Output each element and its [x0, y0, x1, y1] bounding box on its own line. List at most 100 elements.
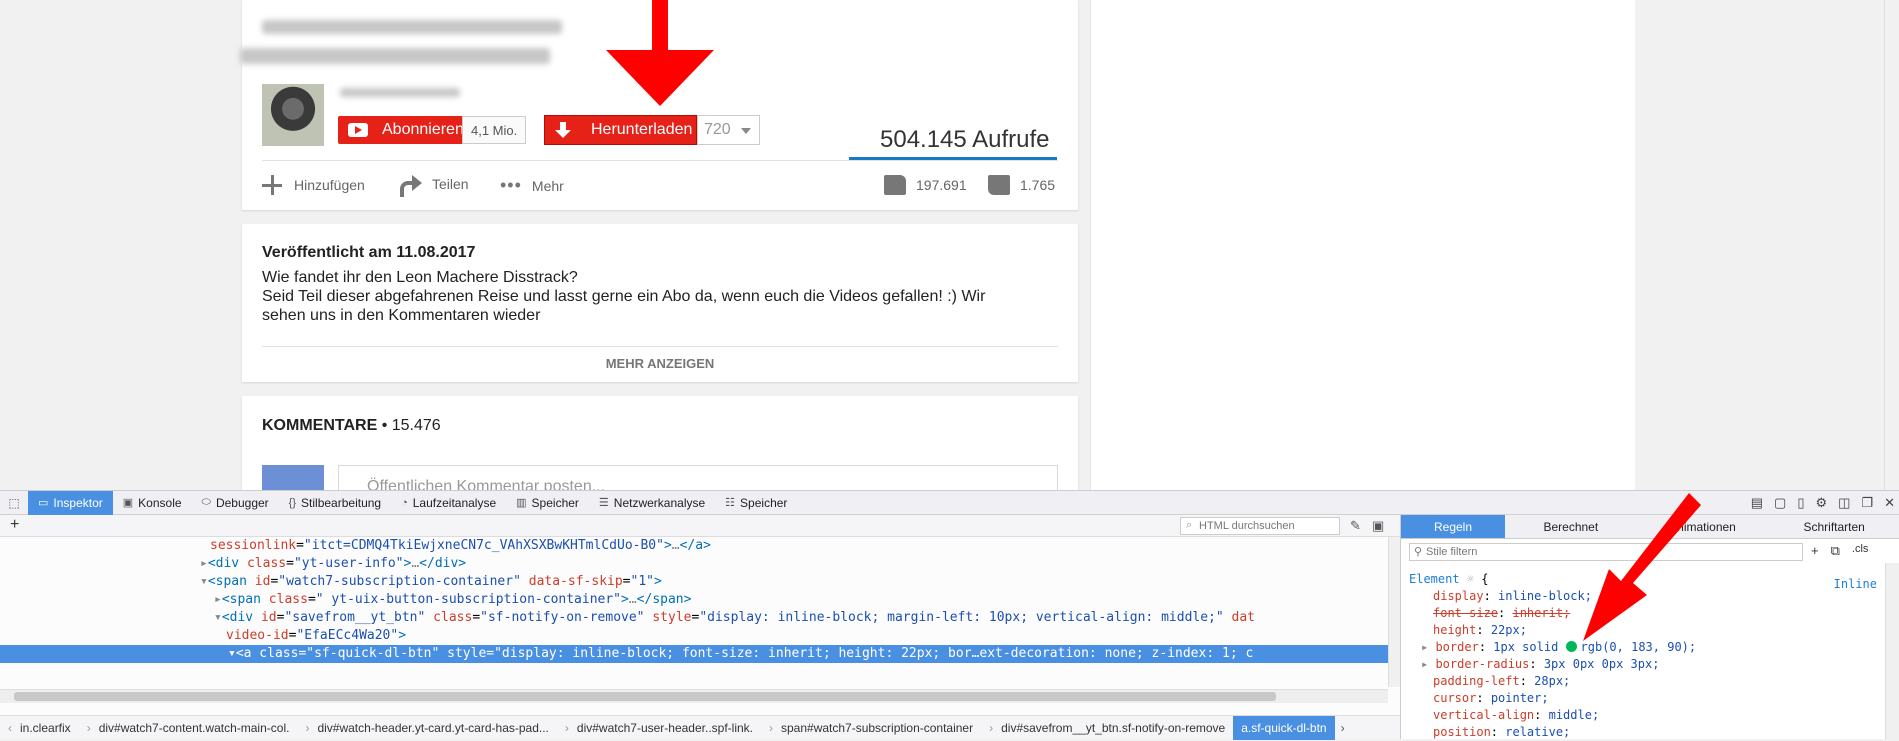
html-search-placeholder: HTML durchsuchen: [1199, 520, 1295, 532]
chevron-right-icon: ›: [989, 720, 994, 735]
breadcrumb-item-selected[interactable]: a.sf-quick-dl-btn: [1233, 715, 1335, 740]
download-button[interactable]: Herunterladen: [544, 115, 697, 145]
performance-icon: ◔: [401, 496, 408, 509]
attr-name: dat: [1231, 610, 1256, 625]
markup-line[interactable]: sessionlink="itct=CDMQ4TkiEwjxneCN7c_VAh…: [210, 537, 711, 555]
more-button[interactable]: ••• Mehr: [500, 175, 564, 196]
css-property: border-radius: [1435, 657, 1530, 671]
collapsed-ellipsis-icon: …: [671, 538, 680, 553]
add-to-button[interactable]: Hinzufügen: [262, 175, 365, 195]
responsive-mode-icon[interactable]: ▯: [1797, 495, 1804, 511]
tag-open: <span: [221, 592, 261, 607]
undock-icon[interactable]: ❐: [1861, 495, 1873, 511]
dock-side-icon[interactable]: ◫: [1838, 495, 1850, 511]
markup-vertical-scrollbar[interactable]: [1388, 537, 1400, 687]
comments-count: • 15.476: [377, 417, 441, 434]
tab-storage[interactable]: ☷ Speicher: [715, 491, 797, 515]
markup-line[interactable]: ▸<span class=" yt-uix-button-subscriptio…: [214, 591, 691, 609]
attr-name: style: [652, 610, 692, 625]
expand-arrow-icon[interactable]: ▸: [214, 592, 222, 607]
subscribe-button[interactable]: Abonnieren: [338, 116, 474, 144]
collapse-arrow-icon[interactable]: ▾: [0, 646, 236, 661]
html-search-input[interactable]: ⌕ HTML durchsuchen: [1180, 517, 1340, 535]
markup-line[interactable]: ▾<div id="savefrom__yt_btn" class="sf-no…: [214, 609, 1255, 627]
breadcrumb-item[interactable]: ‹ in.clearfix: [0, 716, 79, 740]
collapse-arrow-icon[interactable]: ▾: [214, 610, 222, 625]
collapsed-ellipsis-icon: …: [411, 556, 420, 571]
breadcrumb-label: a.sf-quick-dl-btn: [1241, 720, 1327, 735]
tab-label: Konsole: [138, 495, 182, 510]
tab-style-editor[interactable]: {} Stilbearbeitung: [279, 491, 391, 515]
breadcrumb-item[interactable]: › div#watch-header.yt-card.yt-card-has-pa…: [297, 716, 556, 740]
channel-avatar[interactable]: [262, 84, 324, 146]
tab-label: Inspektor: [53, 495, 103, 510]
tab-memory[interactable]: ▥ Speicher: [506, 491, 589, 515]
css-declaration[interactable]: vertical-align: middle;: [1409, 707, 1889, 724]
tab-fonts[interactable]: Schriftarten: [1768, 515, 1899, 538]
scrollbar-thumb[interactable]: [14, 692, 1276, 701]
add-rule-icon[interactable]: +: [1811, 543, 1819, 559]
chevron-right-icon: ›: [305, 720, 310, 735]
screenshot-node-icon[interactable]: ▣: [1372, 518, 1384, 534]
attr-name: id: [260, 610, 277, 625]
show-more-button[interactable]: MEHR ANZEIGEN: [242, 356, 1078, 371]
attr-name: class: [268, 592, 308, 607]
expand-arrow-icon[interactable]: ▸: [1421, 657, 1435, 671]
eyedropper-icon[interactable]: ✎: [1350, 518, 1361, 534]
css-value: inherit;: [1512, 606, 1571, 620]
markup-line-selected[interactable]: ▾<a class="sf-quick-dl-btn" style="displ…: [0, 645, 1388, 663]
dislike-button[interactable]: 1.765: [988, 175, 1055, 195]
css-declaration[interactable]: padding-left: 28px;: [1409, 673, 1889, 690]
collapse-arrow-icon[interactable]: ▾: [200, 574, 208, 589]
quality-select[interactable]: 720: [697, 115, 760, 145]
gear-icon[interactable]: ☼: [1467, 572, 1474, 586]
rules-scrollbar[interactable]: [1885, 563, 1899, 739]
attr-name: video-id: [226, 628, 289, 643]
share-button[interactable]: Teilen: [400, 175, 469, 197]
chevron-right-icon: ›: [86, 720, 91, 735]
tab-rules[interactable]: Regeln: [1401, 515, 1505, 538]
tab-performance[interactable]: ◔ Laufzeitanalyse: [391, 491, 506, 515]
css-declaration[interactable]: position: relative;: [1409, 724, 1889, 741]
expand-arrow-icon[interactable]: ▸: [1421, 640, 1435, 654]
tab-label: Speicher: [531, 495, 579, 510]
markup-line[interactable]: ▸<div class="yt-user-info">…</div>: [200, 555, 466, 573]
pseudo-class-icon[interactable]: ⧉: [1831, 543, 1840, 559]
rules-toolbar: + ⧉ .cls: [1811, 543, 1868, 559]
css-declaration[interactable]: ▸ border-radius: 3px 0px 0px 3px;: [1409, 656, 1889, 673]
close-icon[interactable]: ✕: [1884, 495, 1895, 511]
expand-arrow-icon[interactable]: ▸: [200, 556, 208, 571]
chevron-right-icon: ›: [769, 720, 773, 735]
tab-inspector[interactable]: ▭ Inspektor: [28, 490, 113, 515]
more-dots-icon: •••: [500, 175, 522, 195]
tab-network[interactable]: ☰ Netzwerkanalyse: [589, 491, 715, 515]
markup-horizontal-scrollbar[interactable]: [0, 689, 1388, 703]
tab-label: Netzwerkanalyse: [613, 495, 706, 510]
divider: [262, 160, 1058, 161]
breadcrumb-item[interactable]: › div#savefrom__yt_btn.sf-notify-on-remov…: [981, 716, 1233, 740]
tab-debugger[interactable]: ⬭ Debugger: [192, 491, 279, 515]
like-button[interactable]: 197.691: [884, 175, 967, 195]
chevron-right-icon[interactable]: ›: [1341, 721, 1345, 735]
comment-input[interactable]: Öffentlichen Kommentar posten...: [338, 465, 1058, 490]
settings-gear-icon[interactable]: ⚙: [1815, 495, 1827, 511]
split-console-icon[interactable]: ▤: [1751, 495, 1763, 511]
breadcrumb-item[interactable]: › span#watch7-subscription-container: [761, 716, 981, 740]
style-editor-icon: {}: [288, 496, 297, 509]
element-picker-icon[interactable]: ⬚: [0, 496, 28, 510]
frame-select-icon[interactable]: ▢: [1774, 495, 1786, 511]
redacted-channel-name: [340, 88, 460, 97]
breadcrumb-item[interactable]: › div#watch7-user-header..spf-link.: [557, 716, 761, 740]
cls-toggle[interactable]: .cls: [1852, 543, 1869, 559]
css-declaration[interactable]: cursor: pointer;: [1409, 690, 1889, 707]
markup-line[interactable]: ▾<span id="watch7-subscription-container…: [200, 573, 662, 591]
css-property: vertical-align: [1433, 708, 1535, 722]
tab-console[interactable]: ▣ Konsole: [113, 491, 192, 515]
breadcrumb-item[interactable]: › div#watch7-content.watch-main-col.: [79, 716, 298, 740]
breadcrumb-label: span#watch7-subscription-container: [781, 720, 974, 735]
page-scrollbar[interactable]: [1884, 0, 1899, 490]
console-icon: ▣: [122, 497, 134, 509]
add-node-icon[interactable]: +: [10, 516, 19, 534]
css-property: height: [1433, 623, 1477, 637]
markup-line[interactable]: video-id="EfaECc4Wa20">: [226, 627, 406, 645]
